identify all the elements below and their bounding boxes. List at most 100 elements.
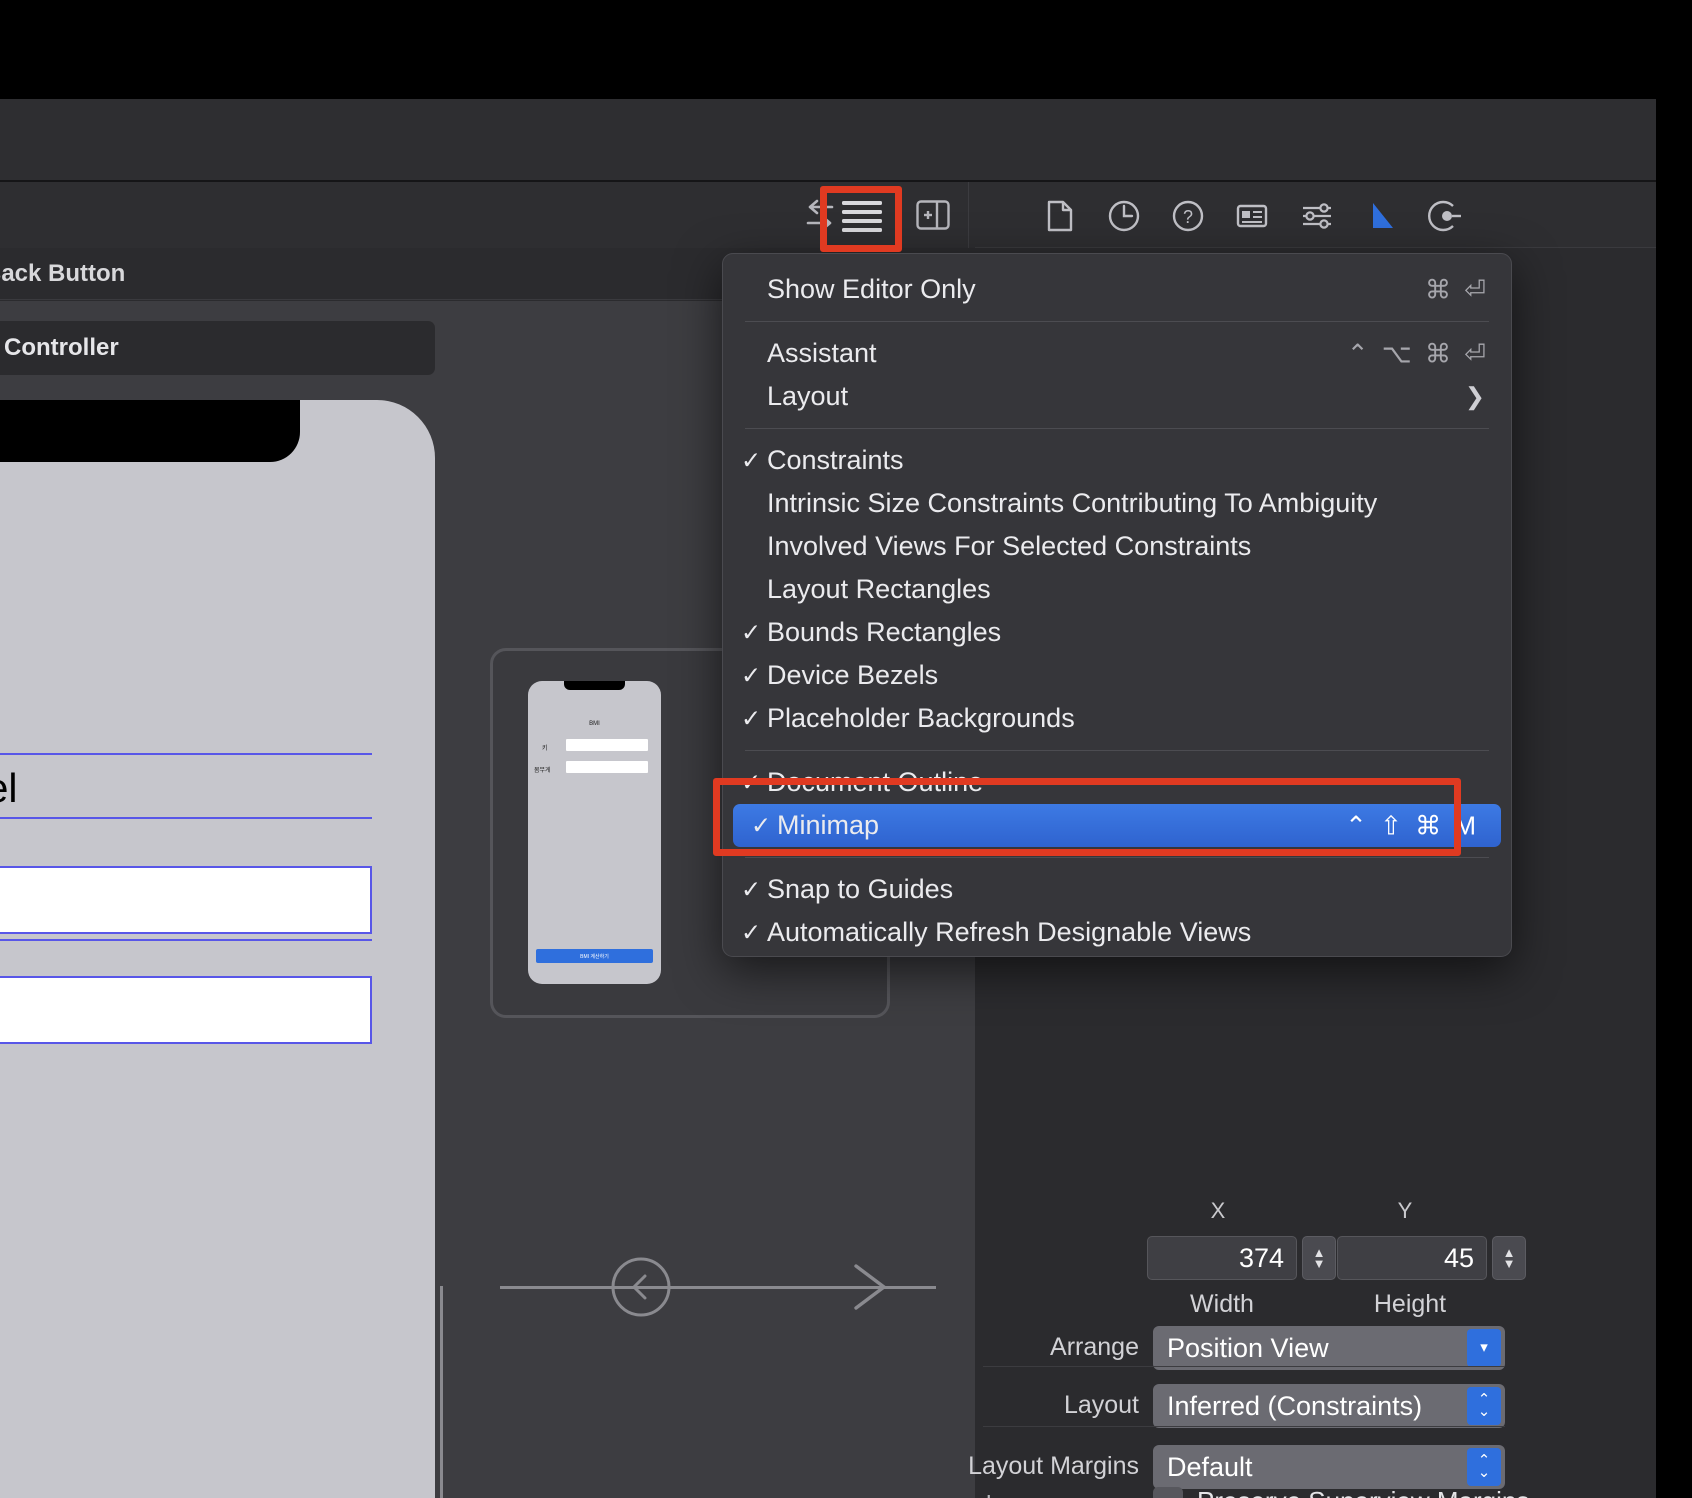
question-circle-icon[interactable]: ? [1166,194,1210,238]
menu-item-intrinsic-size-constraints[interactable]: Intrinsic Size Constraints Contributing … [723,482,1511,525]
stepper-down-icon: ▼ [1502,1256,1516,1271]
add-constraint-icon[interactable]: + [980,1488,998,1498]
checkmark-icon: ✓ [741,876,762,903]
scene-edge [440,1286,443,1498]
layout-value: Inferred (Constraints) [1167,1390,1423,1421]
menu-item-label: Device Bezels [767,660,939,690]
arrange-value: Position View [1167,1332,1329,1363]
preview-device[interactable]: BMI 키 몸무게 BMI 계산하기 [528,681,661,984]
menu-item-constraints[interactable]: ✓ Constraints [723,439,1511,482]
menu-item-device-bezels[interactable]: ✓ Device Bezels [723,654,1511,697]
menu-item-label: Constraints [767,445,904,475]
menu-item-auto-refresh-designable-views[interactable]: ✓ Automatically Refresh Designable Views [723,911,1511,954]
menu-item-involved-views[interactable]: Involved Views For Selected Constraints [723,525,1511,568]
chevron-updown-icon: ⌃ ⌄ [1467,1448,1501,1486]
segue-circle-icon[interactable] [610,1256,672,1318]
preserve-superview-margins-checkbox[interactable] [1153,1487,1183,1498]
connections-icon[interactable] [1423,194,1467,238]
checkmark-icon: ✓ [741,919,762,946]
menu-item-layout-rectangles[interactable]: Layout Rectangles [723,568,1511,611]
window-toolbar: BMI: Ready | Today at 11:14 PM + [0,99,1656,263]
editor-toolbar-divider [968,182,969,248]
menu-item-layout[interactable]: Layout ❯ [723,375,1511,418]
preview-input-height[interactable] [566,739,648,751]
annotation-box-editor-options [820,186,902,252]
menu-item-shortcut: ⌘ ⏎ [1424,274,1489,304]
width-field[interactable]: 374 [1147,1236,1297,1280]
inspector-divider [983,1366,1505,1367]
screen-top-black-bar [0,0,1692,99]
outline-selected-row[interactable]: Controller [0,321,435,375]
svg-text:?: ? [1183,207,1193,227]
checkmark-icon: ✓ [741,705,762,732]
height-field[interactable]: 45 [1337,1236,1487,1280]
menu-item-label: Intrinsic Size Constraints Contributing … [767,488,1378,518]
sliders-icon[interactable] [1295,194,1339,238]
layout-popup[interactable]: Inferred (Constraints) ⌃ ⌄ [1153,1384,1505,1428]
layout-margins-popup[interactable]: Default ⌃ ⌄ [1153,1445,1505,1489]
height-stepper[interactable]: ▲ ▼ [1492,1236,1526,1280]
height-label: Height [1373,1290,1447,1318]
menu-item-assistant[interactable]: Assistant ⌃ ⌥ ⌘ ⏎ [723,332,1511,375]
outline-selected-label: Controller [4,334,119,361]
x-axis-label: X [1210,1198,1226,1223]
menu-item-label: Layout [767,381,849,411]
menu-item-label: Show Editor Only [767,274,976,304]
add-editor-icon[interactable] [910,192,956,238]
layout-margins-label: Layout Margins [968,1452,1139,1480]
checkmark-icon: ✓ [741,619,762,646]
scene-text-field[interactable] [0,866,372,934]
menu-item-snap-to-guides[interactable]: ✓ Snap to Guides [723,868,1511,911]
checkmark-icon: ✓ [741,662,762,689]
preview-label-weight: 몸무게 [534,768,551,774]
scene-label[interactable]: abel [0,759,372,817]
preview-submit-button[interactable]: BMI 계산하기 [536,949,653,963]
menu-item-show-editor-only[interactable]: Show Editor Only ⌘ ⏎ [723,268,1511,311]
preview-input-weight[interactable] [566,761,648,773]
arrange-label: Arrange [1050,1333,1139,1361]
preview-title: BMI [589,721,600,727]
constraint-line [0,753,372,755]
identity-card-icon[interactable] [1230,194,1274,238]
breadcrumb[interactable]: Back Button [0,260,125,288]
menu-separator [745,321,1489,322]
inspector-tab-bar: ? [975,182,1656,248]
clock-icon[interactable] [1102,194,1146,238]
y-axis-label: Y [1397,1198,1413,1223]
xcode-window: BMI: Ready | Today at 11:14 PM + [0,0,1692,1498]
menu-item-label: Placeholder Backgrounds [767,703,1075,733]
constraint-line [0,817,372,819]
scene-text-field[interactable] [0,976,372,1044]
chevron-right-icon: ❯ [1464,383,1485,410]
menu-item-placeholder-backgrounds[interactable]: ✓ Placeholder Backgrounds [723,697,1511,740]
segue-arrowhead-icon [838,1256,898,1318]
menu-item-label: Assistant [767,338,877,368]
document-icon[interactable] [1037,194,1081,238]
chevron-down-icon: ▾ [1467,1329,1501,1367]
menu-item-label: Layout Rectangles [767,574,991,604]
chevron-updown-icon: ⌃ ⌄ [1467,1387,1501,1425]
layout-label: Layout [1063,1391,1139,1419]
menu-item-label: Snap to Guides [767,874,954,904]
menu-item-bounds-rectangles[interactable]: ✓ Bounds Rectangles [723,611,1511,654]
stepper-down-icon: ▼ [1312,1256,1326,1271]
menu-item-label: Automatically Refresh Designable Views [767,917,1252,947]
scene-device-view[interactable] [0,400,435,1498]
checkmark-icon: ✓ [741,447,762,474]
annotation-box-minimap [713,778,1461,856]
menu-item-label: Involved Views For Selected Constraints [767,531,1252,561]
device-notch [0,400,300,462]
preview-label-height: 키 [542,746,548,752]
menu-separator [745,750,1489,751]
width-label: Width [1190,1290,1254,1318]
preserve-superview-margins-label: Preserve Superview Margins [1197,1486,1529,1498]
ruler-triangle-icon[interactable] [1359,194,1403,238]
menu-separator [745,428,1489,429]
arrange-popup[interactable]: Position View ▾ [1153,1326,1505,1370]
inspector-divider [983,1426,1505,1427]
menu-item-label: Bounds Rectangles [767,617,1002,647]
width-stepper[interactable]: ▲ ▼ [1302,1236,1336,1280]
constraint-line [0,939,372,941]
menu-separator [745,857,1489,858]
menu-item-shortcut: ⌃ ⌥ ⌘ ⏎ [1346,338,1489,368]
